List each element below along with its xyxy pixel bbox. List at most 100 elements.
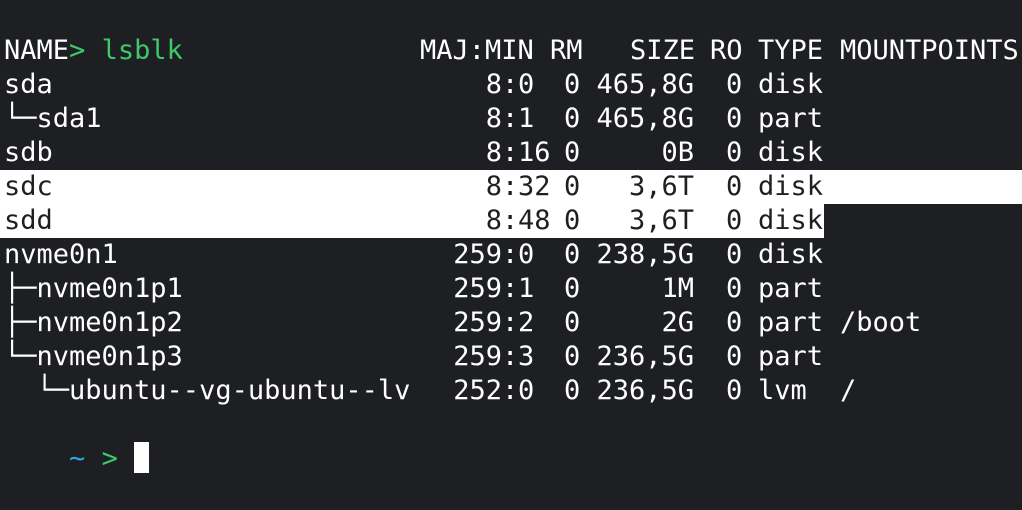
header-majmin: MAJ:MIN <box>420 35 534 66</box>
cell-size: 465,8G <box>596 69 694 100</box>
table-row: ├─nvme0n1p1 259:1 0 1M 0 part <box>4 272 1022 306</box>
cell-size: 3,6T <box>628 171 694 202</box>
cell-rm: 0 <box>564 69 581 100</box>
cell-min: 32 <box>518 171 551 202</box>
prompt-arrow: > <box>101 443 118 474</box>
cell-maj: 8 <box>485 171 502 202</box>
cell-colon: : <box>502 69 519 100</box>
cell-type: disk <box>758 171 824 202</box>
cell-rm: 0 <box>564 375 581 406</box>
cell-maj: 259 <box>453 273 502 304</box>
table-row: sdb 8:16 0 0B 0 disk <box>4 136 1022 170</box>
header-ro: RO <box>710 35 743 66</box>
table-row: sda 8:0 0 465,8G 0 disk <box>4 68 1022 102</box>
cell-name: └─nvme0n1p3 <box>4 341 183 372</box>
cell-type: lvm <box>758 375 807 406</box>
cell-name: └─ubuntu--vg-ubuntu--lv <box>4 375 411 406</box>
cell-ro: 0 <box>726 171 743 202</box>
cell-name: sdc <box>4 171 53 202</box>
cell-min: 0 <box>518 239 535 270</box>
cell-maj: 259 <box>453 341 502 372</box>
cell-ro: 0 <box>726 137 743 168</box>
header-rm: RM <box>550 35 583 66</box>
cell-min: 0 <box>518 375 535 406</box>
header-mountpoints: MOUNTPOINTS <box>840 35 1019 66</box>
cell-name: └─sda1 <box>4 103 102 134</box>
prompt-line[interactable]: ~ > <box>4 408 1022 474</box>
cell-name: nvme0n1 <box>4 239 118 270</box>
cell-min: 16 <box>518 137 551 168</box>
cell-maj: 259 <box>453 239 502 270</box>
cell-min: 0 <box>518 69 535 100</box>
cell-ro: 0 <box>726 341 743 372</box>
cell-ro: 0 <box>726 239 743 270</box>
cell-ro: 0 <box>726 103 743 134</box>
cell-type: part <box>758 103 824 134</box>
cell-name: sdd <box>4 205 53 236</box>
cell-size: 3,6T <box>628 205 694 236</box>
cell-type: disk <box>758 69 824 100</box>
cell-colon: : <box>502 375 519 406</box>
table-row: sdd 8:48 0 3,6T 0 disk <box>0 204 1022 238</box>
header-name: NAME <box>4 35 70 66</box>
cell-min: 2 <box>518 307 535 338</box>
prompt-tilde: ~ <box>69 443 86 474</box>
cell-min: 1 <box>518 103 535 134</box>
table-row: └─ubuntu--vg-ubuntu--lv 252:0 0 236,5G 0 lvm / <box>4 374 1022 408</box>
selection-highlight <box>0 204 824 238</box>
terminal[interactable]: > lsblk NAME MAJ:MIN RM SIZE RO TYPE MOU… <box>0 0 1022 474</box>
cell-ro: 0 <box>726 205 743 236</box>
cell-rm: 0 <box>564 341 581 372</box>
table-row: └─nvme0n1p3 259:3 0 236,5G 0 part <box>4 340 1022 374</box>
cell-mountpoints: / <box>840 375 857 406</box>
cell-ro: 0 <box>726 375 743 406</box>
table-row: nvme0n1 259:0 0 238,5G 0 disk <box>4 238 1022 272</box>
cell-maj: 8 <box>485 69 502 100</box>
cell-maj: 8 <box>485 205 502 236</box>
cell-ro: 0 <box>726 273 743 304</box>
cell-ro: 0 <box>726 69 743 100</box>
cell-type: disk <box>758 137 824 168</box>
cell-rm: 0 <box>564 137 581 168</box>
cell-type: disk <box>758 239 824 270</box>
cell-colon: : <box>502 239 519 270</box>
cell-name: sda <box>4 69 53 100</box>
cell-maj: 8 <box>485 137 502 168</box>
cell-size: 2G <box>661 307 694 338</box>
cell-min: 1 <box>518 273 535 304</box>
cell-rm: 0 <box>564 273 581 304</box>
cell-min: 3 <box>518 341 535 372</box>
cell-colon: : <box>502 307 519 338</box>
cell-maj: 252 <box>453 375 502 406</box>
header-size: SIZE <box>630 35 696 66</box>
text-cursor <box>134 442 150 473</box>
cell-rm: 0 <box>564 307 581 338</box>
cell-size: 236,5G <box>596 375 694 406</box>
cell-colon: : <box>502 171 519 202</box>
table-row: sdc 8:32 0 3,6T 0 disk <box>0 170 1022 204</box>
header-type: TYPE <box>758 35 824 66</box>
table-header: NAME MAJ:MIN RM SIZE RO TYPE MOUNTPOINTS <box>4 34 1022 68</box>
cell-ro: 0 <box>726 307 743 338</box>
cell-rm: 0 <box>564 205 581 236</box>
cell-rm: 0 <box>564 171 581 202</box>
cell-size: 238,5G <box>596 239 694 270</box>
cell-mountpoints: /boot <box>840 307 922 338</box>
cell-name: ├─nvme0n1p2 <box>4 307 183 338</box>
table-row: └─sda1 8:1 0 465,8G 0 part <box>4 102 1022 136</box>
cell-rm: 0 <box>564 103 581 134</box>
cell-size: 0B <box>661 137 694 168</box>
cell-name: sdb <box>4 137 53 168</box>
cell-size: 1M <box>661 273 694 304</box>
cell-colon: : <box>502 103 519 134</box>
cell-maj: 8 <box>485 103 502 134</box>
cell-min: 48 <box>518 205 551 236</box>
cell-type: disk <box>758 205 824 236</box>
cell-colon: : <box>502 137 519 168</box>
cell-type: part <box>758 307 824 338</box>
cell-colon: : <box>502 341 519 372</box>
cell-rm: 0 <box>564 239 581 270</box>
table-row: ├─nvme0n1p2 259:2 0 2G 0 part/boot <box>4 306 1022 340</box>
cell-type: part <box>758 273 824 304</box>
cell-colon: : <box>502 205 519 236</box>
